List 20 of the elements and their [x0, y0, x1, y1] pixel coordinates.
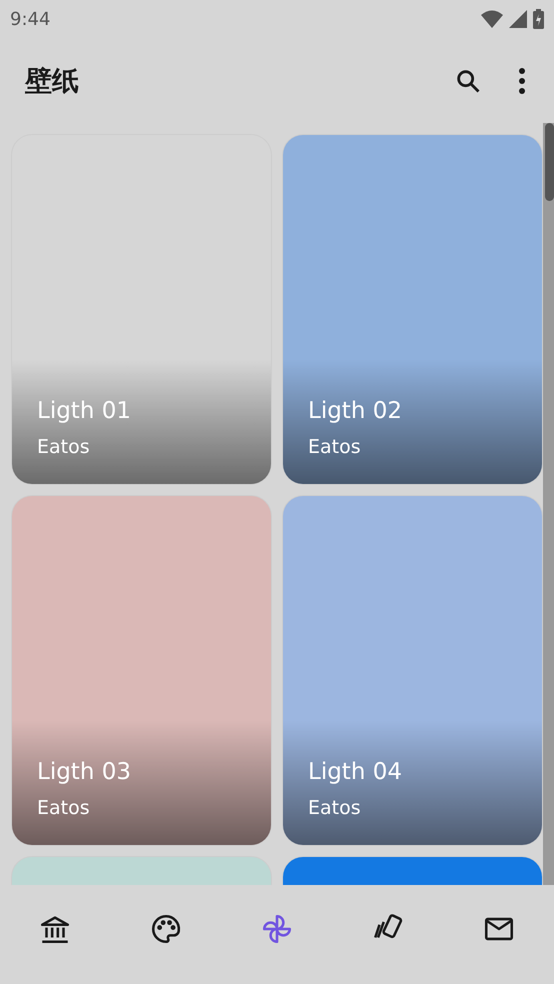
wallpaper-card[interactable]: Ligth 03 Eatos — [12, 496, 271, 845]
wallpaper-title: Ligth 03 — [37, 759, 132, 785]
wifi-icon — [481, 10, 503, 28]
battery-icon — [533, 9, 544, 29]
scrollbar[interactable] — [543, 123, 554, 885]
wallpaper-author: Eatos — [37, 797, 91, 819]
scrollbar-thumb[interactable] — [545, 123, 554, 201]
more-icon — [518, 68, 526, 94]
page-title: 壁纸 — [25, 64, 80, 98]
wallpaper-author: Eatos — [308, 797, 362, 819]
wallpaper-author: Eatos — [37, 436, 91, 458]
status-time: 9:44 — [10, 8, 50, 30]
wallpaper-title: Ligth 01 — [37, 398, 132, 424]
wallpaper-card[interactable]: Ligth 01 Eatos — [12, 135, 271, 484]
wallpaper-title: Ligth 04 — [308, 759, 403, 785]
wallpaper-author: Eatos — [308, 436, 362, 458]
wallpaper-title: Ligth 02 — [308, 398, 403, 424]
wallpaper-card[interactable]: Ligth 02 Eatos — [283, 135, 542, 484]
wallpaper-card[interactable]: Ligth 04 Eatos — [283, 496, 542, 845]
signal-icon — [509, 10, 527, 28]
